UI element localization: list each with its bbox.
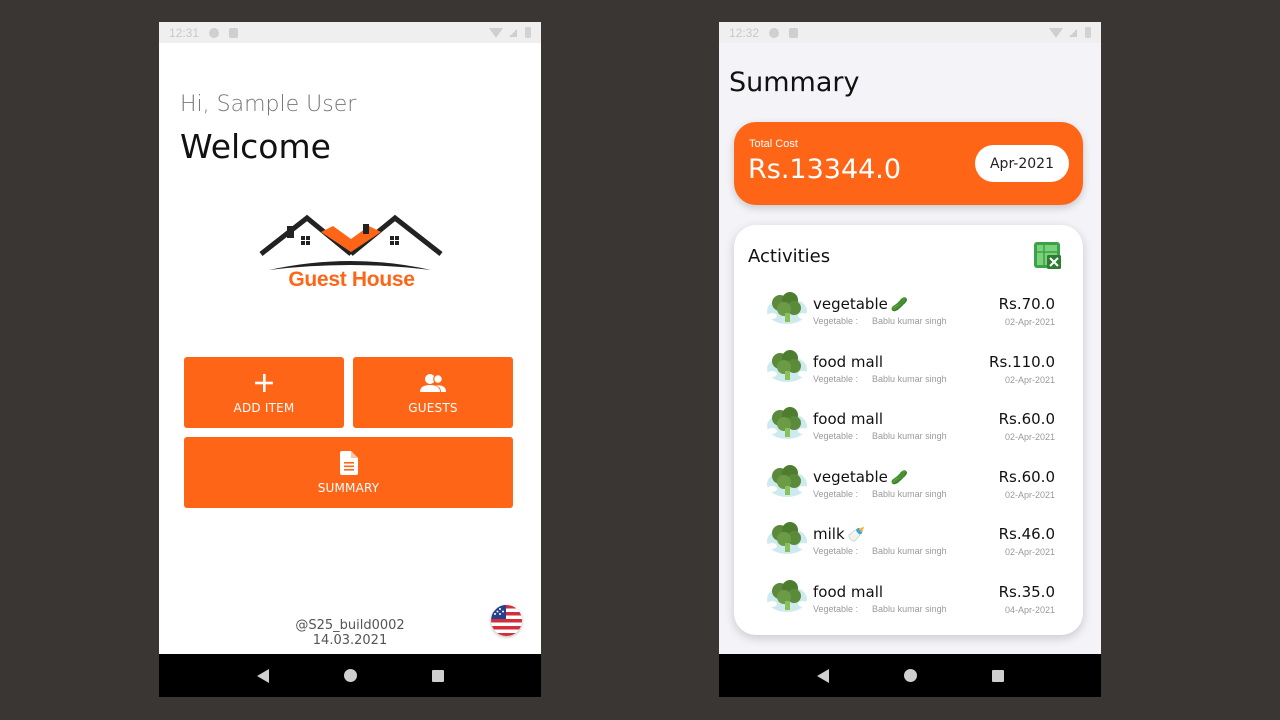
us-flag-icon[interactable] — [491, 605, 522, 636]
recents-icon[interactable] — [991, 669, 1004, 682]
excel-icon[interactable] — [1034, 242, 1062, 270]
home-icon[interactable] — [903, 669, 917, 682]
summary-screen: 12:32 Summary Total Cost Rs.13344.0 Apr-… — [719, 22, 1101, 697]
greeting-text: Hi, Sample User — [180, 92, 357, 117]
back-icon[interactable] — [816, 668, 829, 683]
broccoli-icon — [767, 579, 808, 612]
build-date: 14.03.2021 — [312, 633, 388, 648]
activity-date: 02-Apr-2021 — [1004, 317, 1055, 327]
total-cost-card: Total Cost Rs.13344.0 Apr-2021 — [734, 122, 1083, 205]
wifi-icon — [489, 27, 503, 38]
activity-date: 04-Apr-2021 — [1004, 604, 1055, 615]
activity-sub: Vegetable : Bablu kumar singh — [813, 546, 947, 557]
settings-status-icon — [209, 27, 220, 38]
list-item[interactable]: food mall Vegetable : Bablu kumar singh R… — [734, 402, 1083, 460]
sd-card-icon — [789, 27, 799, 38]
activity-name: vegetable 🥒 — [813, 295, 909, 313]
sd-card-icon — [229, 27, 239, 38]
summary-button[interactable]: SUMMARY — [184, 437, 513, 508]
back-icon[interactable] — [256, 668, 269, 683]
activities-card: Activities vegetable 🥒 Vegetable : Bablu k… — [734, 225, 1083, 635]
guest-house-logo: Guest House — [259, 212, 444, 312]
add-item-label: ADD ITEM — [233, 400, 295, 415]
list-item[interactable]: food mall Vegetable : Bablu kumar singh R… — [734, 345, 1083, 403]
list-item[interactable]: milk 🍼 Vegetable : Bablu kumar singh Rs.46… — [734, 517, 1083, 575]
status-bar: 12:31 — [159, 22, 541, 43]
users-icon — [419, 371, 447, 395]
signal-icon — [1069, 28, 1077, 37]
guests-label: GUESTS — [408, 400, 458, 415]
cucumber-icon: 🥒 — [890, 469, 909, 486]
list-item[interactable]: food mall Vegetable : Bablu kumar singh R… — [734, 575, 1083, 633]
signal-icon — [509, 28, 517, 37]
activity-amount: Rs.70.0 — [998, 295, 1055, 313]
activity-name: food mall — [813, 352, 884, 371]
page-title: Summary — [729, 67, 860, 98]
activity-sub: Vegetable : Bablu kumar singh — [813, 603, 947, 614]
battery-icon — [1085, 27, 1091, 38]
activities-list: vegetable 🥒 Vegetable : Bablu kumar singh … — [734, 287, 1083, 633]
activity-amount: Rs.60.0 — [998, 410, 1055, 429]
guests-button[interactable]: GUESTS — [353, 357, 513, 428]
activity-sub: Vegetable : Bablu kumar singh — [813, 431, 947, 442]
activity-name: food mall — [813, 582, 884, 601]
plus-icon — [254, 371, 274, 395]
total-cost-label: Total Cost — [749, 138, 798, 150]
total-cost-value: Rs.13344.0 — [748, 154, 902, 185]
month-selector-button[interactable]: Apr-2021 — [975, 145, 1069, 182]
activity-amount: Rs.35.0 — [998, 582, 1055, 601]
status-bar: 12:32 — [719, 22, 1101, 43]
android-navbar — [719, 654, 1101, 697]
activity-sub: Vegetable : Bablu kumar singh — [813, 373, 947, 384]
activity-name: food mall — [813, 410, 884, 429]
recents-icon[interactable] — [431, 669, 444, 682]
activity-date: 02-Apr-2021 — [1004, 547, 1055, 558]
build-id: @S25_build0002 — [295, 618, 405, 633]
build-info: @S25_build0002 14.03.2021 — [159, 618, 541, 648]
broccoli-icon — [767, 349, 808, 382]
activity-amount: Rs.110.0 — [989, 352, 1055, 371]
activities-title: Activities — [748, 246, 831, 267]
activity-amount: Rs.60.0 — [998, 467, 1055, 486]
broccoli-icon — [767, 464, 808, 497]
activity-sub: Vegetable : Bablu kumar singh — [813, 488, 947, 499]
activity-name: milk 🍼 — [813, 525, 866, 544]
broccoli-icon — [767, 407, 808, 440]
activity-sub: Vegetable : Bablu kumar singh — [813, 316, 947, 326]
activity-date: 02-Apr-2021 — [1004, 489, 1055, 500]
list-item[interactable]: vegetable 🥒 Vegetable : Bablu kumar singh … — [734, 287, 1083, 345]
add-item-button[interactable]: ADD ITEM — [184, 357, 344, 428]
cucumber-icon: 🥒 — [890, 297, 909, 313]
activity-name: vegetable 🥒 — [813, 467, 909, 486]
status-time: 12:32 — [729, 25, 760, 40]
home-screen: 12:31 Hi, Sample User Welcome Guest Hous… — [159, 22, 541, 697]
activity-date: 02-Apr-2021 — [1004, 432, 1055, 443]
broccoli-icon — [767, 292, 808, 324]
settings-status-icon — [769, 27, 780, 38]
status-time: 12:31 — [169, 25, 200, 40]
summary-label: SUMMARY — [317, 480, 380, 495]
document-icon — [339, 450, 358, 475]
activity-date: 02-Apr-2021 — [1004, 374, 1055, 385]
broccoli-icon — [767, 522, 808, 555]
activity-amount: Rs.46.0 — [998, 525, 1055, 544]
android-navbar — [159, 654, 541, 697]
house-roof-icon — [259, 214, 443, 270]
wifi-icon — [1049, 27, 1063, 38]
welcome-heading: Welcome — [180, 127, 331, 166]
home-icon[interactable] — [343, 669, 357, 682]
battery-icon — [525, 27, 531, 38]
logo-text: Guest House — [288, 268, 415, 291]
milk-bottle-icon: 🍼 — [847, 527, 866, 544]
list-item[interactable]: vegetable 🥒 Vegetable : Bablu kumar singh … — [734, 460, 1083, 518]
